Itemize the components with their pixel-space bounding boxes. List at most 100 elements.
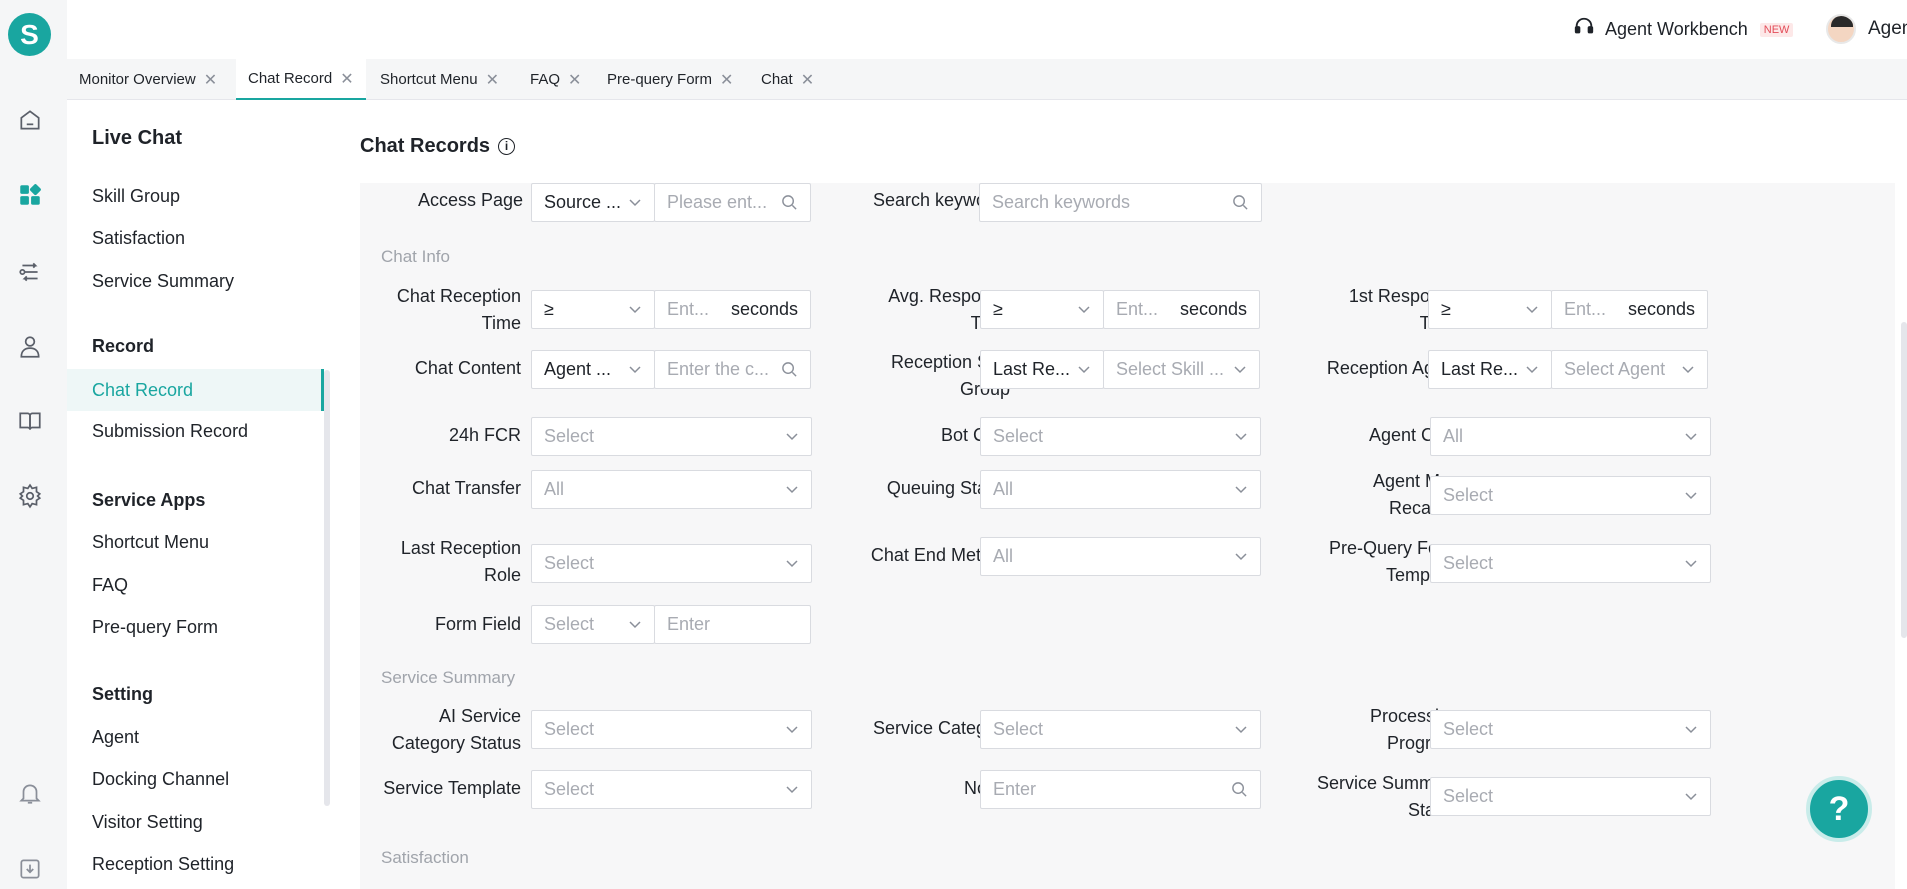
chat-reception-time-input[interactable]: Ent... seconds	[654, 290, 811, 329]
bell-icon[interactable]	[16, 779, 44, 807]
notes-input[interactable]: Enter	[980, 770, 1261, 809]
search-keywords-input[interactable]: Search keywords	[979, 183, 1262, 222]
fcr-label: 24h FCR	[448, 425, 521, 445]
access-page-label: Access Page	[417, 190, 523, 210]
last-reception-role-label: Last Reception Role	[400, 538, 521, 585]
seconds-suffix: seconds	[730, 299, 798, 319]
sidebar-item-shortcut-menu[interactable]: Shortcut Menu	[92, 532, 209, 553]
sidebar-item-reception-setting[interactable]: Reception Setting	[92, 854, 234, 875]
settings-gear-icon[interactable]	[16, 482, 44, 510]
service-template-select[interactable]: Select	[531, 770, 812, 809]
sidebar-item-skill-group[interactable]: Skill Group	[92, 186, 180, 207]
chevron-down-icon	[1078, 366, 1090, 374]
help-button[interactable]: ?	[1806, 776, 1872, 842]
close-icon[interactable]: ✕	[568, 70, 581, 90]
reception-agent-input[interactable]: Select Agent	[1551, 350, 1708, 389]
download-icon[interactable]	[16, 855, 44, 883]
chevron-down-icon	[1685, 793, 1697, 801]
chat-end-method-select[interactable]: All	[980, 537, 1261, 576]
agent-msg-recalled-select[interactable]: Select	[1430, 476, 1711, 515]
last-reception-role-select[interactable]: Select	[531, 544, 812, 583]
sidebar-section-record: Record	[92, 336, 155, 356]
chevron-down-icon	[1235, 486, 1247, 494]
reception-agent-select[interactable]: Last Re...	[1428, 350, 1552, 389]
chevron-down-icon	[1685, 726, 1697, 734]
tab-label: Shortcut Menu	[380, 71, 478, 88]
dashboard-icon[interactable]	[16, 181, 44, 209]
sidebar: Live Chat Skill Group Satisfaction Servi…	[67, 100, 330, 889]
close-icon[interactable]: ✕	[340, 69, 353, 89]
app-logo[interactable]: S	[8, 13, 51, 56]
close-icon[interactable]: ✕	[204, 70, 217, 90]
chevron-down-icon	[629, 621, 641, 629]
info-icon[interactable]: i	[498, 138, 516, 155]
bot-chat-select[interactable]: Select	[980, 417, 1261, 456]
main-scrollbar[interactable]	[1901, 322, 1907, 638]
chevron-down-icon	[1685, 433, 1697, 441]
tab-monitor-overview[interactable]: Monitor Overview ✕	[67, 59, 229, 100]
tab-chat[interactable]: Chat ✕	[749, 59, 826, 100]
chevron-down-icon	[1235, 553, 1247, 561]
chat-content-select[interactable]: Agent ...	[531, 350, 655, 389]
sidebar-item-docking-channel[interactable]: Docking Channel	[92, 769, 229, 790]
sidebar-item-agent[interactable]: Agent	[92, 727, 139, 748]
close-icon[interactable]: ✕	[801, 70, 814, 90]
chat-content-label: Chat Content	[414, 358, 521, 378]
chat-reception-time-label: Chat Reception Time	[396, 286, 521, 333]
user-menu[interactable]: Agent	[1826, 14, 1907, 44]
first-response-time-operator[interactable]: ≥	[1428, 290, 1552, 329]
chat-reception-time-operator[interactable]: ≥	[531, 290, 655, 329]
search-icon	[1232, 782, 1247, 797]
left-rail: S	[0, 0, 67, 889]
chevron-down-icon	[786, 486, 798, 494]
sidebar-item-submission-record[interactable]: Submission Record	[92, 421, 248, 442]
tab-label: Monitor Overview	[79, 71, 196, 88]
chat-transfer-label: Chat Transfer	[411, 478, 521, 498]
reception-skill-group-select[interactable]: Last Re...	[980, 350, 1104, 389]
main-content: Chat Records i Access Page Source ... Pl…	[330, 100, 1907, 889]
agent-workbench-link[interactable]: Agent Workbench NEW	[1573, 16, 1794, 43]
form-field-input[interactable]: Enter	[654, 605, 811, 644]
sidebar-item-visitor-setting[interactable]: Visitor Setting	[92, 812, 203, 833]
service-template-label: Service Template	[383, 778, 521, 798]
access-page-input[interactable]: Please ent...	[654, 183, 811, 222]
service-category-select[interactable]: Select	[980, 710, 1261, 749]
route-icon[interactable]	[16, 258, 44, 286]
tab-label: Pre-query Form	[607, 71, 713, 88]
reception-skill-group-input[interactable]: Select Skill ...	[1103, 350, 1260, 389]
tab-faq[interactable]: FAQ ✕	[518, 59, 593, 100]
chevron-down-icon	[629, 306, 641, 314]
book-icon[interactable]	[16, 407, 44, 435]
sidebar-item-chat-record[interactable]: Chat Record	[67, 369, 324, 411]
group-satisfaction: Satisfaction	[381, 848, 469, 867]
chat-content-input[interactable]: Enter the c...	[654, 350, 811, 389]
sidebar-item-faq[interactable]: FAQ	[92, 575, 128, 596]
access-page-source-select[interactable]: Source ...	[531, 183, 655, 222]
close-icon[interactable]: ✕	[486, 70, 499, 90]
agent-person-icon[interactable]	[16, 333, 44, 361]
sidebar-item-pre-query-form[interactable]: Pre-query Form	[92, 617, 218, 638]
avatar	[1826, 14, 1856, 44]
sidebar-item-satisfaction[interactable]: Satisfaction	[92, 228, 185, 249]
pre-query-form-template-select[interactable]: Select	[1430, 544, 1711, 583]
tab-chat-record[interactable]: Chat Record ✕	[236, 59, 366, 100]
form-field-select[interactable]: Select	[531, 605, 655, 644]
chat-transfer-select[interactable]: All	[531, 470, 812, 509]
form-field-label: Form Field	[434, 614, 521, 634]
tab-shortcut-menu[interactable]: Shortcut Menu ✕	[368, 59, 511, 100]
chevron-down-icon	[1234, 366, 1246, 374]
first-response-time-input[interactable]: Ent... seconds	[1551, 290, 1708, 329]
fcr-select[interactable]: Select	[531, 417, 812, 456]
ai-service-category-status-select[interactable]: Select	[531, 710, 812, 749]
avg-response-time-input[interactable]: Ent... seconds	[1103, 290, 1260, 329]
home-icon[interactable]	[16, 106, 44, 134]
processing-progress-select[interactable]: Select	[1430, 710, 1711, 749]
close-icon[interactable]: ✕	[720, 70, 733, 90]
tab-pre-query-form[interactable]: Pre-query Form ✕	[595, 59, 745, 100]
queuing-status-select[interactable]: All	[980, 470, 1261, 509]
agent-chat-select[interactable]: All	[1430, 417, 1711, 456]
avg-response-time-operator[interactable]: ≥	[980, 290, 1104, 329]
search-icon	[782, 362, 797, 377]
service-summary-status-select[interactable]: Select	[1430, 777, 1711, 816]
sidebar-item-service-summary[interactable]: Service Summary	[92, 271, 234, 292]
